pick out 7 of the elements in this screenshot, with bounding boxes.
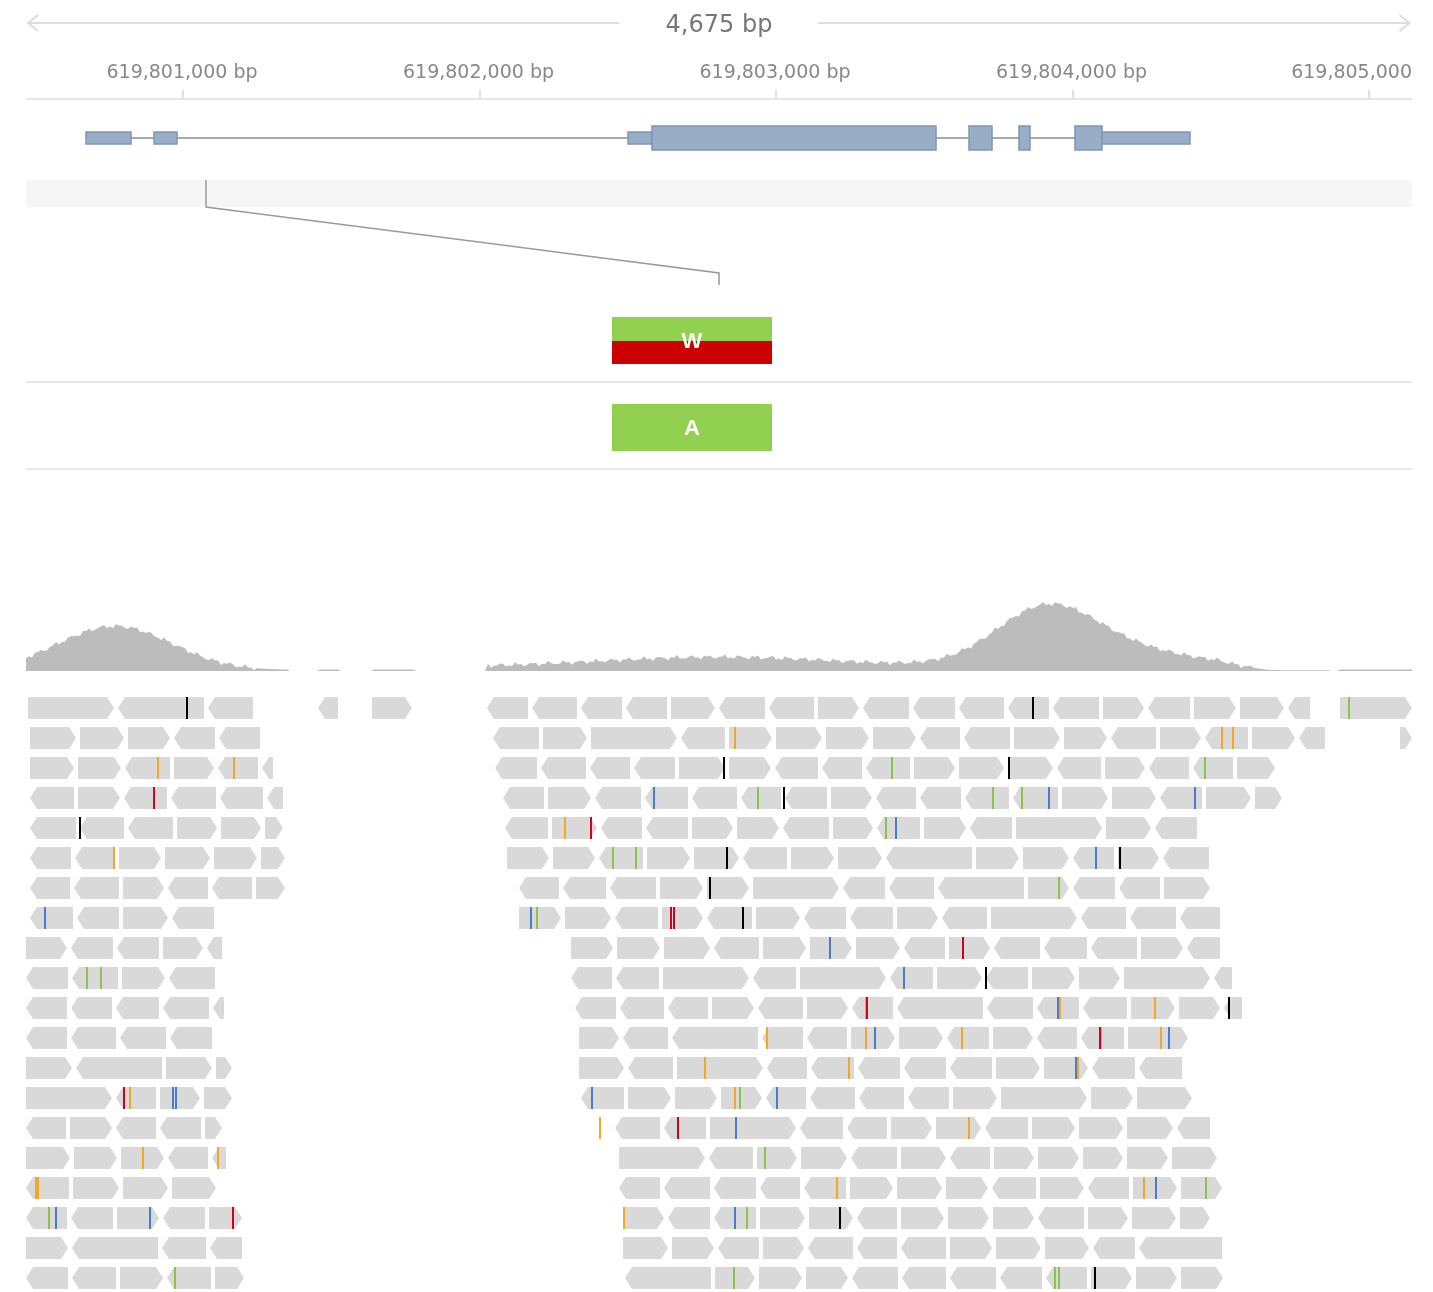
- axis-tick-label: 619,802,000 bp: [403, 60, 554, 82]
- axis-tick-label: 619,804,000 bp: [996, 60, 1147, 82]
- axis-tick-label: 619,805,000: [1291, 60, 1412, 82]
- variant-marker[interactable]: A: [612, 404, 772, 451]
- span-length-label: 4,675 bp: [665, 8, 773, 38]
- axis-tick-label: 619,803,000 bp: [699, 60, 851, 82]
- axis-tick-label: 619,801,000 bp: [106, 60, 258, 82]
